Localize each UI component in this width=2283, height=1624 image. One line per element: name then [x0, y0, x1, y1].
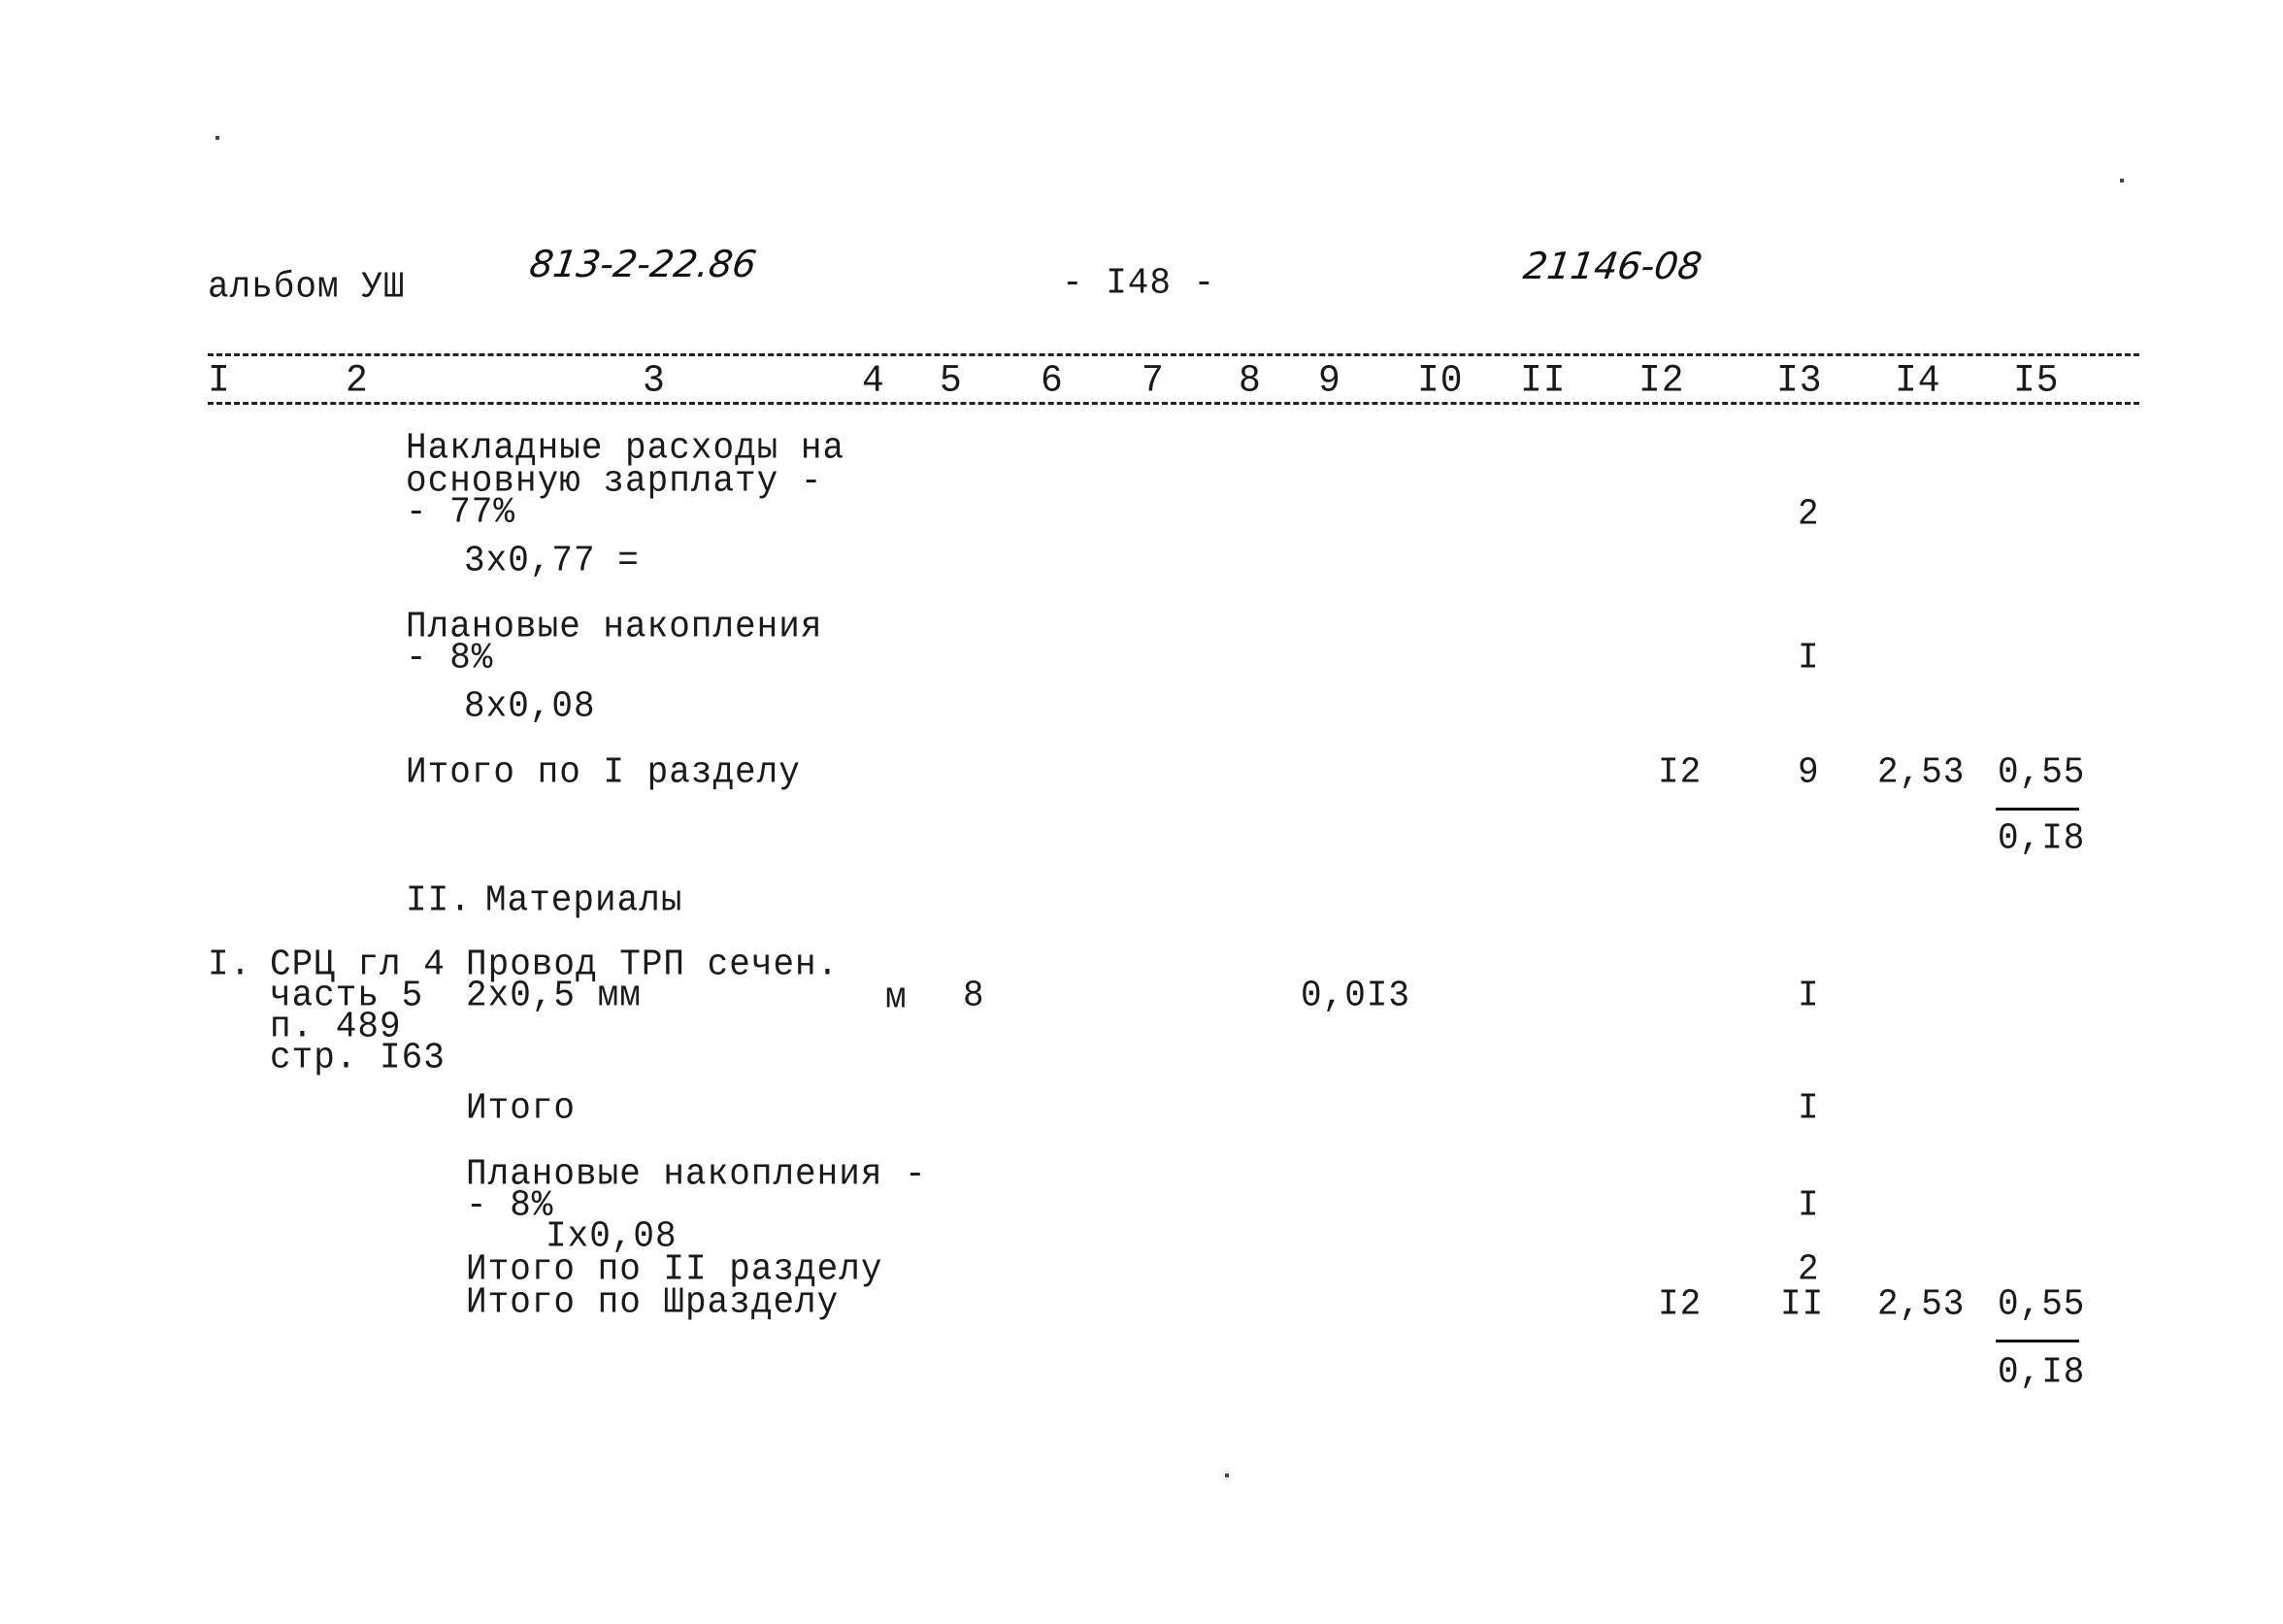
- section2-title: Материалы: [485, 878, 683, 921]
- planned-savings-col13: I: [1798, 636, 1820, 679]
- item-ref-4: стр. I63: [270, 1036, 446, 1078]
- col-number: 6: [1041, 358, 1064, 404]
- fraction-line: [1996, 808, 2079, 811]
- col-number: 3: [643, 358, 666, 404]
- header-rule-top: [208, 353, 2139, 356]
- page-number: - I48 -: [1062, 261, 1216, 304]
- col-number: 5: [940, 358, 963, 404]
- col-number: I: [208, 358, 231, 404]
- col-number: I4: [1895, 358, 1941, 404]
- section1-total-label: Итого по I разделу: [406, 750, 801, 793]
- col-number: I2: [1638, 358, 1685, 404]
- planned-savings-formula: 8x0,08: [464, 684, 596, 727]
- scan-speck: [2120, 179, 2124, 182]
- item-col13: I: [1798, 974, 1820, 1016]
- section1-total-col15-top: 0,55: [1998, 750, 2086, 793]
- fraction-line: [1996, 1340, 2079, 1342]
- col-number: 2: [346, 358, 369, 404]
- overhead-label-3: - 77%: [406, 490, 516, 533]
- col-number: 8: [1239, 358, 1262, 404]
- col-number: 9: [1318, 358, 1341, 404]
- item-qty: 8: [963, 974, 985, 1016]
- item-unit: м: [885, 976, 908, 1018]
- col-number: 4: [862, 358, 885, 404]
- scan-speck: [215, 136, 219, 140]
- subtotal-label: Итого: [466, 1086, 577, 1129]
- section3-total-col15-bottom: 0,I8: [1998, 1350, 2086, 1393]
- col-number: I3: [1776, 358, 1823, 404]
- section3-total-col15-top: 0,55: [1998, 1282, 2086, 1325]
- document-number: 21146-08: [1520, 245, 1705, 287]
- overhead-col13: 2: [1798, 492, 1820, 535]
- item-number: I.: [208, 943, 252, 985]
- section3-total-col13: II: [1780, 1282, 1825, 1325]
- col-number: I0: [1417, 358, 1464, 404]
- section1-total-col14: 2,53: [1877, 750, 1966, 793]
- section1-total-col15-bottom: 0,I8: [1998, 816, 2086, 859]
- col-number: I5: [2013, 358, 2060, 404]
- header-rule-bottom: [208, 402, 2139, 405]
- section2-number: II.: [406, 878, 472, 921]
- planned-savings2-label-2: - 8%: [466, 1183, 554, 1226]
- section2-total-col13: 2: [1798, 1247, 1820, 1290]
- section3-total-col12: I2: [1658, 1282, 1703, 1325]
- section1-total-col12: I2: [1658, 750, 1703, 793]
- project-code: 813-2-22.86: [526, 243, 760, 285]
- item-name-2: 2x0,5 мм: [466, 974, 642, 1016]
- section3-total-col14: 2,53: [1877, 1282, 1966, 1325]
- planned-savings2-col13: I: [1798, 1183, 1820, 1226]
- overhead-formula: 3x0,77 =: [464, 539, 640, 581]
- col-number: 7: [1142, 358, 1165, 404]
- planned-savings-label-2: - 8%: [406, 636, 494, 679]
- scan-speck: [1225, 1474, 1229, 1477]
- col-number: II: [1520, 358, 1567, 404]
- section1-total-col13: 9: [1798, 750, 1820, 793]
- album-label: альбом УШ: [208, 265, 406, 308]
- item-col9: 0,0I3: [1301, 974, 1411, 1016]
- subtotal-col13: I: [1798, 1086, 1820, 1129]
- section3-total-label: Итого по Шразделу: [466, 1280, 840, 1323]
